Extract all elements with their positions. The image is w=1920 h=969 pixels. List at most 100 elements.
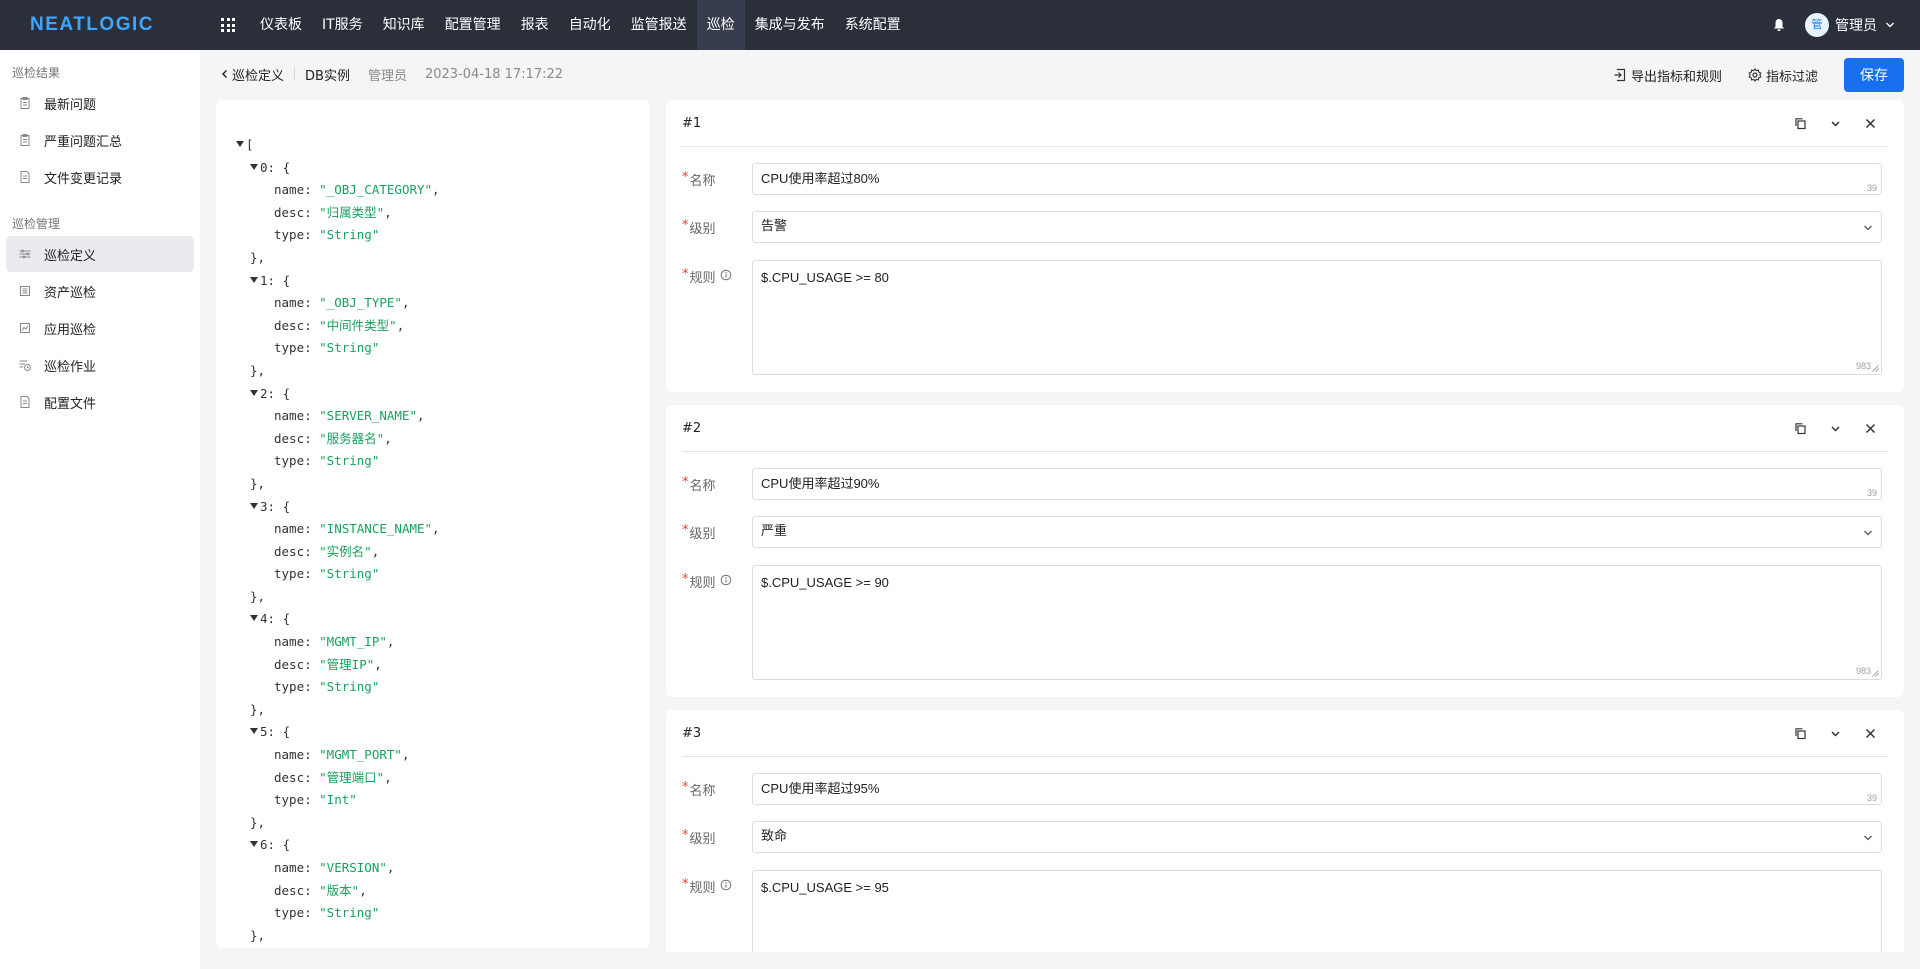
rule-name-input[interactable]: CPU使用率超过80% 39 [752,163,1882,195]
apps-grid-icon[interactable] [216,13,240,37]
rule-expression-textarea[interactable]: $.CPU_USAGE >= 90 983 [752,565,1882,680]
sidebar-item[interactable]: 严重问题汇总 [6,122,194,158]
collapse-triangle-icon[interactable] [250,728,258,735]
delete-button[interactable] [1853,422,1888,435]
json-punct: }, [250,927,266,943]
delete-button[interactable] [1853,727,1888,740]
field-label-text: 级别 [689,222,716,237]
sidebar-item[interactable]: 最新问题 [6,85,194,121]
json-punct: , [374,656,382,672]
sidebar-item[interactable]: 巡检作业 [6,347,194,383]
document-icon [20,171,30,183]
user-name[interactable]: 管理员 [1835,15,1877,35]
save-button[interactable]: 保存 [1844,58,1904,92]
nav-menu-item[interactable]: 配置管理 [435,0,511,50]
rule-name-input[interactable]: CPU使用率超过95% 39 [752,773,1882,805]
chevron-down-icon [1831,730,1840,737]
rule-expression-textarea[interactable]: $.CPU_USAGE >= 80 983 [752,260,1882,375]
main-menu: 仪表板 IT服务 知识库 配置管理 报表 自动化 监管报送 巡检 集成与发布 系统配置 [250,0,911,50]
copy-icon [1795,727,1806,739]
copy-button[interactable] [1783,422,1818,435]
nav-menu-item[interactable]: 知识库 [373,0,435,50]
json-punct: }, [250,588,266,604]
field-label: * 名称 [682,773,752,805]
field-label-text: 规则 [689,271,716,286]
collapse-triangle-icon[interactable] [250,615,258,622]
rule-level-select[interactable]: 致命 [752,821,1882,853]
json-line: type: "String" [216,902,650,925]
bell-icon[interactable] [1771,17,1787,33]
nav-menu-item[interactable]: 监管报送 [621,0,697,50]
nav-menu-item[interactable]: IT服务 [312,0,373,50]
avatar[interactable]: 管 [1805,13,1829,37]
copy-button[interactable] [1783,117,1818,130]
copy-button[interactable] [1783,727,1818,740]
rule-card-tools [1783,117,1888,130]
json-line: desc: "版本", [216,880,650,903]
field-label: * 规则 [682,565,752,680]
rule-card: #2 * 名称 CPU使用率超过90% 39 * 级别 严重 * 规则 $.CPU_USAGE >=… [666,405,1904,697]
sidebar-item[interactable]: 应用巡检 [6,310,194,346]
info-icon[interactable] [720,269,732,281]
resize-handle-icon[interactable] [1872,670,1879,677]
back-link[interactable]: 巡检定义 [220,65,284,84]
rule-name-input[interactable]: CPU使用率超过90% 39 [752,468,1882,500]
nav-menu-item[interactable]: 报表 [511,0,559,50]
nav-menu-item[interactable]: 系统配置 [835,0,911,50]
close-icon [1865,728,1876,738]
sidebar-item[interactable]: 文件变更记录 [6,159,194,195]
level-row: * 级别 致命 [682,821,1882,853]
app-logo[interactable]: NEATLOGIC [0,14,200,36]
job-clock-icon [19,360,31,371]
rule-level-select[interactable]: 严重 [752,516,1882,548]
close-icon [1865,423,1876,433]
json-line: 5: { [216,721,650,744]
required-mark: * [682,170,689,185]
char-count: 39 [1866,793,1877,803]
chevron-down-icon[interactable] [1885,20,1895,30]
rule-expression-textarea[interactable]: $.CPU_USAGE >= 95983 [752,870,1882,952]
json-punct: : { [267,611,291,627]
nav-menu-item[interactable]: 集成与发布 [745,0,835,50]
sidebar-item[interactable]: 配置文件 [6,384,194,420]
export-button[interactable]: 导出指标和规则 [1613,66,1722,85]
collapse-triangle-icon[interactable] [250,502,258,509]
json-punct: , [359,882,367,898]
filter-button-label: 指标过滤 [1765,69,1818,85]
collapse-button[interactable] [1818,422,1853,435]
collapse-button[interactable] [1818,117,1853,130]
json-value: "管理端口" [319,769,385,785]
json-index: 2 [260,385,268,401]
json-punct: : { [267,837,291,853]
collapse-button[interactable] [1818,727,1853,740]
filter-button[interactable]: 指标过滤 [1748,66,1818,85]
json-line: 1: { [216,270,650,293]
nav-menu-item[interactable]: 仪表板 [250,0,312,50]
chevron-down-icon [1831,425,1840,432]
info-icon[interactable] [720,879,732,891]
collapse-triangle-icon[interactable] [250,841,258,848]
nav-menu-item[interactable]: 巡检 [696,0,745,50]
json-key: name: [274,747,320,763]
level-row: * 级别 严重 [682,516,1882,548]
sidebar-item[interactable]: 资产巡检 [6,273,194,309]
resize-handle-icon[interactable] [1872,365,1879,372]
json-line: }, [216,925,650,948]
collapse-triangle-icon[interactable] [250,276,258,283]
delete-button[interactable] [1853,117,1888,130]
sidebar-item-label: 资产巡检 [44,285,97,301]
rule-level-select[interactable]: 告警 [752,211,1882,243]
sidebar-item-label: 巡检作业 [44,359,97,375]
collapse-triangle-icon[interactable] [250,163,258,170]
info-icon[interactable] [720,574,732,586]
rule-level-value: 致命 [761,829,788,844]
json-line: desc: "服务器名", [216,428,650,451]
json-punct: }, [250,814,266,830]
collapse-triangle-icon[interactable] [236,141,244,147]
json-line: name: "MGMT_PORT", [216,744,650,767]
sidebar-item[interactable]: 巡检定义 [6,236,194,272]
nav-menu-item[interactable]: 自动化 [559,0,621,50]
json-line: name: "VERSION", [216,857,650,880]
json-value: "String" [319,905,380,921]
collapse-triangle-icon[interactable] [250,389,258,396]
